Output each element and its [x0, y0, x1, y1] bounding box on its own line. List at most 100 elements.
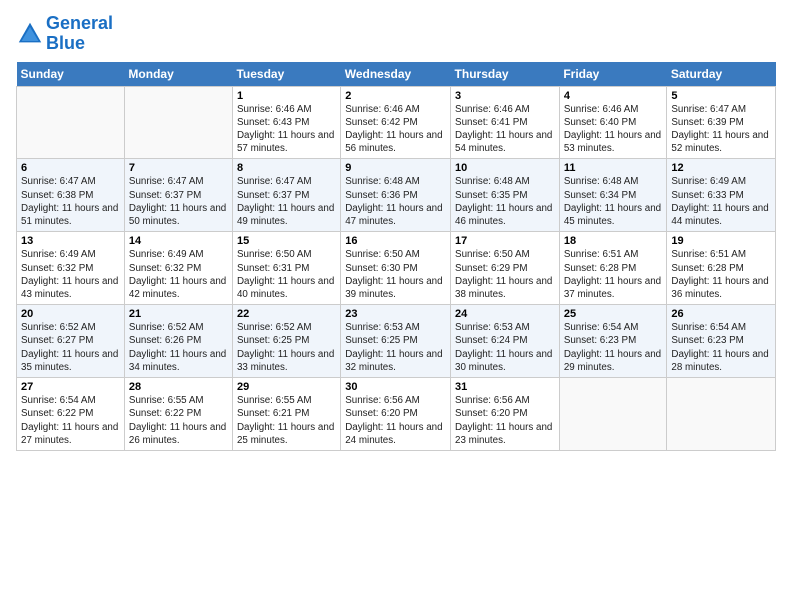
weekday-header: Thursday — [451, 62, 560, 87]
calendar-cell: 6Sunrise: 6:47 AM Sunset: 6:38 PM Daylig… — [17, 159, 125, 232]
day-info: Sunrise: 6:51 AM Sunset: 6:28 PM Dayligh… — [671, 248, 771, 301]
day-number: 23 — [345, 308, 446, 320]
day-info: Sunrise: 6:50 AM Sunset: 6:30 PM Dayligh… — [345, 248, 446, 301]
day-number: 28 — [129, 381, 228, 393]
calendar-cell: 7Sunrise: 6:47 AM Sunset: 6:37 PM Daylig… — [124, 159, 232, 232]
calendar-cell: 23Sunrise: 6:53 AM Sunset: 6:25 PM Dayli… — [341, 305, 451, 378]
calendar-cell: 4Sunrise: 6:46 AM Sunset: 6:40 PM Daylig… — [559, 86, 667, 159]
day-info: Sunrise: 6:52 AM Sunset: 6:27 PM Dayligh… — [21, 321, 120, 374]
day-info: Sunrise: 6:47 AM Sunset: 6:38 PM Dayligh… — [21, 175, 120, 228]
calendar-table: SundayMondayTuesdayWednesdayThursdayFrid… — [16, 62, 776, 451]
day-info: Sunrise: 6:47 AM Sunset: 6:37 PM Dayligh… — [237, 175, 336, 228]
day-number: 3 — [455, 90, 555, 102]
calendar-cell: 30Sunrise: 6:56 AM Sunset: 6:20 PM Dayli… — [341, 378, 451, 451]
day-info: Sunrise: 6:46 AM Sunset: 6:40 PM Dayligh… — [564, 103, 663, 156]
day-info: Sunrise: 6:52 AM Sunset: 6:25 PM Dayligh… — [237, 321, 336, 374]
day-info: Sunrise: 6:48 AM Sunset: 6:34 PM Dayligh… — [564, 175, 663, 228]
calendar-cell — [124, 86, 232, 159]
day-info: Sunrise: 6:49 AM Sunset: 6:32 PM Dayligh… — [129, 248, 228, 301]
day-number: 12 — [671, 162, 771, 174]
weekday-header: Sunday — [17, 62, 125, 87]
day-number: 29 — [237, 381, 336, 393]
calendar-cell: 28Sunrise: 6:55 AM Sunset: 6:22 PM Dayli… — [124, 378, 232, 451]
day-number: 16 — [345, 235, 446, 247]
day-number: 2 — [345, 90, 446, 102]
day-info: Sunrise: 6:54 AM Sunset: 6:23 PM Dayligh… — [564, 321, 663, 374]
day-number: 24 — [455, 308, 555, 320]
day-info: Sunrise: 6:55 AM Sunset: 6:22 PM Dayligh… — [129, 394, 228, 447]
day-info: Sunrise: 6:51 AM Sunset: 6:28 PM Dayligh… — [564, 248, 663, 301]
day-number: 19 — [671, 235, 771, 247]
day-number: 21 — [129, 308, 228, 320]
day-info: Sunrise: 6:48 AM Sunset: 6:35 PM Dayligh… — [455, 175, 555, 228]
calendar-cell: 19Sunrise: 6:51 AM Sunset: 6:28 PM Dayli… — [667, 232, 776, 305]
calendar-cell: 1Sunrise: 6:46 AM Sunset: 6:43 PM Daylig… — [232, 86, 340, 159]
calendar-cell — [17, 86, 125, 159]
page-header: General Blue — [16, 10, 776, 54]
calendar-week-row: 27Sunrise: 6:54 AM Sunset: 6:22 PM Dayli… — [17, 378, 776, 451]
calendar-cell — [559, 378, 667, 451]
calendar-cell: 15Sunrise: 6:50 AM Sunset: 6:31 PM Dayli… — [232, 232, 340, 305]
day-number: 27 — [21, 381, 120, 393]
day-number: 20 — [21, 308, 120, 320]
day-number: 30 — [345, 381, 446, 393]
calendar-week-row: 20Sunrise: 6:52 AM Sunset: 6:27 PM Dayli… — [17, 305, 776, 378]
calendar-cell — [667, 378, 776, 451]
day-info: Sunrise: 6:56 AM Sunset: 6:20 PM Dayligh… — [455, 394, 555, 447]
day-info: Sunrise: 6:54 AM Sunset: 6:22 PM Dayligh… — [21, 394, 120, 447]
day-number: 11 — [564, 162, 663, 174]
day-info: Sunrise: 6:54 AM Sunset: 6:23 PM Dayligh… — [671, 321, 771, 374]
day-number: 4 — [564, 90, 663, 102]
day-number: 31 — [455, 381, 555, 393]
day-info: Sunrise: 6:47 AM Sunset: 6:39 PM Dayligh… — [671, 103, 771, 156]
day-number: 5 — [671, 90, 771, 102]
calendar-cell: 10Sunrise: 6:48 AM Sunset: 6:35 PM Dayli… — [451, 159, 560, 232]
calendar-cell: 14Sunrise: 6:49 AM Sunset: 6:32 PM Dayli… — [124, 232, 232, 305]
calendar-header-row: SundayMondayTuesdayWednesdayThursdayFrid… — [17, 62, 776, 87]
calendar-cell: 26Sunrise: 6:54 AM Sunset: 6:23 PM Dayli… — [667, 305, 776, 378]
calendar-cell: 20Sunrise: 6:52 AM Sunset: 6:27 PM Dayli… — [17, 305, 125, 378]
calendar-cell: 2Sunrise: 6:46 AM Sunset: 6:42 PM Daylig… — [341, 86, 451, 159]
day-number: 26 — [671, 308, 771, 320]
calendar-cell: 8Sunrise: 6:47 AM Sunset: 6:37 PM Daylig… — [232, 159, 340, 232]
day-number: 13 — [21, 235, 120, 247]
weekday-header: Tuesday — [232, 62, 340, 87]
day-number: 1 — [237, 90, 336, 102]
day-info: Sunrise: 6:56 AM Sunset: 6:20 PM Dayligh… — [345, 394, 446, 447]
day-info: Sunrise: 6:50 AM Sunset: 6:31 PM Dayligh… — [237, 248, 336, 301]
day-number: 7 — [129, 162, 228, 174]
day-number: 15 — [237, 235, 336, 247]
calendar-week-row: 6Sunrise: 6:47 AM Sunset: 6:38 PM Daylig… — [17, 159, 776, 232]
calendar-week-row: 1Sunrise: 6:46 AM Sunset: 6:43 PM Daylig… — [17, 86, 776, 159]
calendar-cell: 25Sunrise: 6:54 AM Sunset: 6:23 PM Dayli… — [559, 305, 667, 378]
day-info: Sunrise: 6:52 AM Sunset: 6:26 PM Dayligh… — [129, 321, 228, 374]
calendar-cell: 31Sunrise: 6:56 AM Sunset: 6:20 PM Dayli… — [451, 378, 560, 451]
day-info: Sunrise: 6:47 AM Sunset: 6:37 PM Dayligh… — [129, 175, 228, 228]
logo: General Blue — [16, 14, 113, 54]
calendar-cell: 17Sunrise: 6:50 AM Sunset: 6:29 PM Dayli… — [451, 232, 560, 305]
day-info: Sunrise: 6:49 AM Sunset: 6:33 PM Dayligh… — [671, 175, 771, 228]
day-number: 8 — [237, 162, 336, 174]
calendar-cell: 24Sunrise: 6:53 AM Sunset: 6:24 PM Dayli… — [451, 305, 560, 378]
day-info: Sunrise: 6:49 AM Sunset: 6:32 PM Dayligh… — [21, 248, 120, 301]
calendar-cell: 5Sunrise: 6:47 AM Sunset: 6:39 PM Daylig… — [667, 86, 776, 159]
day-info: Sunrise: 6:46 AM Sunset: 6:41 PM Dayligh… — [455, 103, 555, 156]
calendar-cell: 22Sunrise: 6:52 AM Sunset: 6:25 PM Dayli… — [232, 305, 340, 378]
day-info: Sunrise: 6:50 AM Sunset: 6:29 PM Dayligh… — [455, 248, 555, 301]
day-info: Sunrise: 6:53 AM Sunset: 6:24 PM Dayligh… — [455, 321, 555, 374]
day-number: 14 — [129, 235, 228, 247]
day-info: Sunrise: 6:46 AM Sunset: 6:42 PM Dayligh… — [345, 103, 446, 156]
logo-text: General Blue — [46, 14, 113, 54]
calendar-cell: 27Sunrise: 6:54 AM Sunset: 6:22 PM Dayli… — [17, 378, 125, 451]
weekday-header: Wednesday — [341, 62, 451, 87]
day-number: 22 — [237, 308, 336, 320]
day-info: Sunrise: 6:46 AM Sunset: 6:43 PM Dayligh… — [237, 103, 336, 156]
day-info: Sunrise: 6:53 AM Sunset: 6:25 PM Dayligh… — [345, 321, 446, 374]
day-number: 9 — [345, 162, 446, 174]
calendar-cell: 12Sunrise: 6:49 AM Sunset: 6:33 PM Dayli… — [667, 159, 776, 232]
day-number: 6 — [21, 162, 120, 174]
weekday-header: Saturday — [667, 62, 776, 87]
calendar-cell: 21Sunrise: 6:52 AM Sunset: 6:26 PM Dayli… — [124, 305, 232, 378]
calendar-cell: 11Sunrise: 6:48 AM Sunset: 6:34 PM Dayli… — [559, 159, 667, 232]
day-number: 17 — [455, 235, 555, 247]
